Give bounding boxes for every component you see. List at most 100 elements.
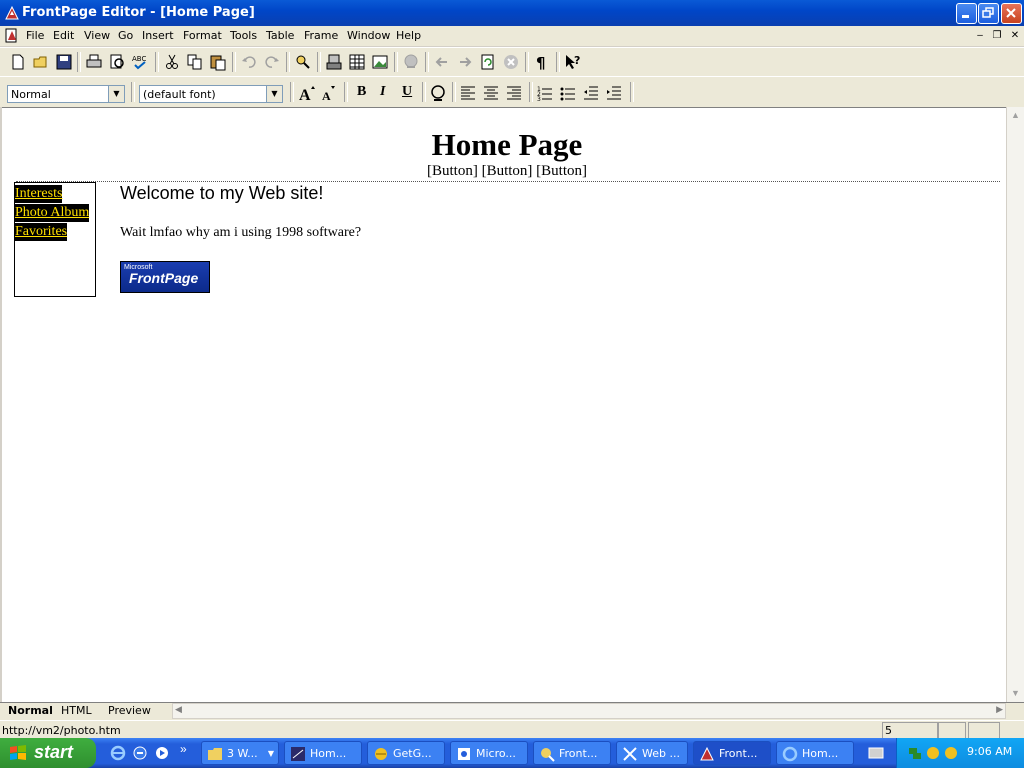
undo-icon[interactable]	[240, 53, 258, 71]
taskbar-item-folder[interactable]: 3 W... ▼	[201, 741, 279, 765]
taskbar-item-web[interactable]: Web ...	[616, 741, 688, 765]
show-explorer-icon[interactable]	[294, 53, 312, 71]
decrease-font-size-icon[interactable]: A	[320, 84, 338, 102]
close-icon	[1006, 8, 1016, 18]
left-navigation-bar: Interests Photo Album Favorites	[14, 182, 96, 297]
toolbar-separator	[422, 82, 426, 102]
nav-link-photo-album[interactable]: Photo Album	[15, 204, 90, 222]
clock[interactable]: 9:06 AM	[967, 745, 1012, 758]
stop-icon[interactable]	[502, 53, 520, 71]
insert-webbot-icon[interactable]	[325, 53, 343, 71]
standard-toolbar: ABC ¶ ?	[0, 47, 1024, 76]
print-preview-icon[interactable]	[108, 53, 126, 71]
scroll-down-icon[interactable]: ▼	[1007, 685, 1024, 702]
restore-button[interactable]	[978, 3, 999, 24]
forward-arrow-icon[interactable]	[456, 53, 474, 71]
tab-html[interactable]: HTML	[61, 704, 92, 717]
menu-file[interactable]: File	[26, 29, 44, 42]
chevron-down-icon: ▼	[267, 749, 274, 758]
scroll-up-icon[interactable]: ▲	[1007, 107, 1024, 124]
title-bar[interactable]: FrontPage Editor - [Home Page]	[0, 0, 1024, 26]
media-player-icon[interactable]	[154, 745, 170, 761]
paste-icon[interactable]	[209, 53, 227, 71]
status-url: http://vm2/photo.htm	[2, 724, 121, 737]
align-right-icon[interactable]	[505, 84, 523, 102]
nav-link-interests[interactable]: Interests	[15, 185, 63, 203]
print-icon[interactable]	[85, 53, 103, 71]
taskbar-item-ie[interactable]: Hom...	[776, 741, 854, 765]
start-button[interactable]: start	[0, 738, 96, 768]
quicklaunch-chevron-icon[interactable]: »	[180, 742, 187, 756]
cut-icon[interactable]	[163, 53, 181, 71]
menu-format[interactable]: Format	[183, 29, 222, 42]
align-center-icon[interactable]	[482, 84, 500, 102]
menu-view[interactable]: View	[84, 29, 110, 42]
toolbar-separator	[77, 52, 81, 72]
body-paragraph: Wait lmfao why am i using 1998 software?	[120, 225, 362, 240]
font-dropdown[interactable]: (default font) ▼	[139, 85, 283, 103]
editor-canvas[interactable]: Home Page [Button] [Button] [Button] Int…	[2, 107, 1006, 703]
svg-text:A: A	[322, 89, 331, 102]
taskbar-item-getg[interactable]: GetG...	[367, 741, 445, 765]
frontpage-logo-image[interactable]: Microsoft FrontPage	[120, 261, 210, 293]
menu-window[interactable]: Window	[347, 29, 390, 42]
keyboard-icon[interactable]	[868, 746, 884, 760]
scroll-left-icon[interactable]: ◀	[175, 704, 182, 715]
spelling-icon[interactable]: ABC	[131, 53, 149, 71]
save-icon[interactable]	[55, 53, 73, 71]
hyperlink-icon[interactable]	[402, 53, 420, 71]
tab-preview[interactable]: Preview	[108, 704, 151, 717]
bold-button[interactable]: B	[357, 84, 366, 100]
taskbar-item-netscape[interactable]: Hom...	[284, 741, 362, 765]
back-arrow-icon[interactable]	[433, 53, 451, 71]
new-page-icon[interactable]	[9, 53, 27, 71]
tray-app-icon[interactable]	[925, 745, 941, 761]
copy-icon[interactable]	[186, 53, 204, 71]
menu-tools[interactable]: Tools	[230, 29, 257, 42]
increase-font-size-icon[interactable]: A	[298, 84, 316, 102]
menu-insert[interactable]: Insert	[142, 29, 174, 42]
doc-close-icon[interactable]: ✕	[1009, 30, 1021, 42]
minimize-icon	[962, 15, 969, 18]
nav-link-favorites[interactable]: Favorites	[15, 223, 68, 241]
increase-indent-icon[interactable]	[605, 84, 623, 102]
horizontal-scrollbar[interactable]: ◀ ▶	[172, 703, 1006, 719]
document-icon[interactable]	[5, 28, 19, 44]
menu-go[interactable]: Go	[118, 29, 133, 42]
open-icon[interactable]	[32, 53, 50, 71]
underline-button[interactable]: U	[402, 84, 412, 100]
menu-help[interactable]: Help	[396, 29, 421, 42]
toolbar-separator	[452, 82, 456, 102]
tray-app-icon-2[interactable]	[943, 745, 959, 761]
style-dropdown[interactable]: Normal ▼	[7, 85, 125, 103]
show-paragraph-marks-icon[interactable]: ¶	[533, 53, 551, 71]
text-color-icon[interactable]	[429, 84, 447, 102]
close-button[interactable]	[1001, 3, 1022, 24]
taskbar-item-frontpage-editor[interactable]: Front...	[693, 741, 771, 765]
network-icon[interactable]	[907, 745, 923, 761]
doc-restore-icon[interactable]: ❐	[991, 30, 1003, 42]
insert-image-icon[interactable]	[371, 53, 389, 71]
menu-frame[interactable]: Frame	[304, 29, 338, 42]
menu-edit[interactable]: Edit	[53, 29, 74, 42]
scroll-right-icon[interactable]: ▶	[996, 704, 1003, 715]
decrease-indent-icon[interactable]	[582, 84, 600, 102]
align-left-icon[interactable]	[459, 84, 477, 102]
doc-minimize-icon[interactable]: –	[974, 30, 986, 42]
minimize-button[interactable]	[956, 3, 977, 24]
bulleted-list-icon[interactable]	[559, 84, 577, 102]
outlook-express-icon[interactable]	[132, 745, 148, 761]
menu-table[interactable]: Table	[266, 29, 294, 42]
numbered-list-icon[interactable]: 123	[536, 84, 554, 102]
insert-table-icon[interactable]	[348, 53, 366, 71]
redo-icon[interactable]	[263, 53, 281, 71]
ie-icon[interactable]	[110, 745, 126, 761]
tab-normal[interactable]: Normal	[8, 704, 53, 717]
help-pointer-icon[interactable]: ?	[564, 53, 582, 71]
taskbar-item-micro[interactable]: Micro...	[450, 741, 528, 765]
taskbar-item-frontpage-explorer[interactable]: Front...	[533, 741, 611, 765]
refresh-icon[interactable]	[479, 53, 497, 71]
navigation-bar-buttons[interactable]: [Button] [Button] [Button]	[2, 163, 1006, 180]
italic-button[interactable]: I	[380, 84, 385, 100]
vertical-scrollbar[interactable]: ▲ ▼	[1006, 107, 1024, 702]
